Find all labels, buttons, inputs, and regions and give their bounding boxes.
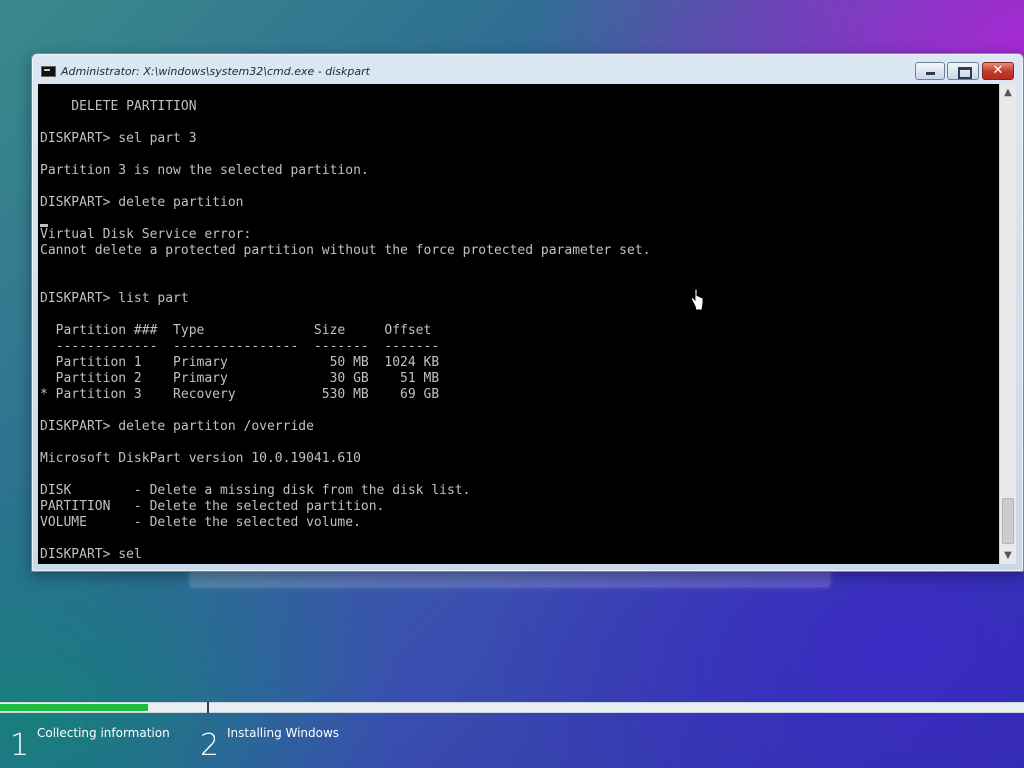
setup-steps: 1 Collecting information 2 Installing Wi… bbox=[0, 713, 1024, 768]
scroll-down-icon[interactable]: ▼ bbox=[1000, 547, 1016, 564]
cmd-window: Administrator: X:\windows\system32\cmd.e… bbox=[31, 53, 1024, 572]
close-button[interactable]: ✕ bbox=[982, 62, 1014, 80]
maximize-icon bbox=[958, 67, 972, 79]
hand-pointer-icon bbox=[690, 289, 704, 311]
setup-progress-bar bbox=[0, 702, 1024, 713]
step-1-number: 1 bbox=[10, 728, 30, 763]
minimize-icon bbox=[926, 72, 935, 75]
minimize-button[interactable] bbox=[915, 62, 945, 80]
scroll-up-icon[interactable]: ▲ bbox=[1000, 84, 1016, 101]
console-output[interactable]: DELETE PARTITION DISKPART> sel part 3 Pa… bbox=[38, 84, 999, 564]
scroll-thumb[interactable] bbox=[1002, 498, 1014, 544]
console-text: DELETE PARTITION DISKPART> sel part 3 Pa… bbox=[40, 99, 651, 562]
close-icon: ✕ bbox=[992, 63, 1004, 78]
maximize-button[interactable] bbox=[947, 62, 979, 80]
window-title: Administrator: X:\windows\system32\cmd.e… bbox=[61, 65, 370, 78]
step-2-number: 2 bbox=[200, 728, 220, 763]
vertical-scrollbar[interactable]: ▲ ▼ bbox=[999, 84, 1016, 564]
cmd-icon bbox=[41, 66, 56, 77]
step-2-label: Installing Windows bbox=[227, 726, 340, 740]
text-cursor bbox=[40, 224, 48, 227]
title-bar[interactable]: Administrator: X:\windows\system32\cmd.e… bbox=[32, 54, 1023, 84]
step-1-label: Collecting information bbox=[37, 726, 170, 740]
progress-step-divider bbox=[207, 702, 209, 713]
progress-fill bbox=[0, 704, 149, 711]
